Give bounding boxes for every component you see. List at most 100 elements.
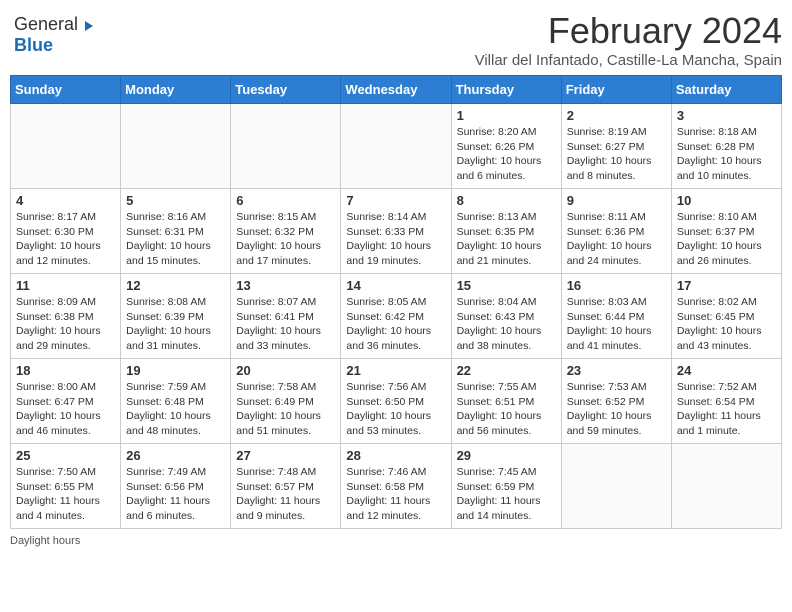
calendar-cell: 24Sunrise: 7:52 AMSunset: 6:54 PMDayligh…: [671, 359, 781, 444]
day-info: Sunrise: 8:03 AMSunset: 6:44 PMDaylight:…: [567, 295, 666, 354]
day-number: 6: [236, 193, 335, 208]
column-header-monday: Monday: [121, 76, 231, 104]
logo: General Blue: [10, 10, 97, 60]
day-info: Sunrise: 8:13 AMSunset: 6:35 PMDaylight:…: [457, 210, 556, 269]
day-info: Sunrise: 8:02 AMSunset: 6:45 PMDaylight:…: [677, 295, 776, 354]
calendar-week-5: 25Sunrise: 7:50 AMSunset: 6:55 PMDayligh…: [11, 444, 782, 529]
calendar-cell: 28 Sunrise: 7:46 AMSunset: 6:58 PMDayligh…: [341, 444, 451, 529]
day-info: Sunrise: 8:16 AMSunset: 6:31 PMDaylight:…: [126, 210, 225, 269]
day-number: 9: [567, 193, 666, 208]
calendar-cell: 17Sunrise: 8:02 AMSunset: 6:45 PMDayligh…: [671, 274, 781, 359]
day-info: Sunrise: 7:50 AMSunset: 6:55 PMDaylight:…: [16, 465, 115, 524]
day-number: 21: [346, 363, 445, 378]
calendar-cell: 27Sunrise: 7:48 AMSunset: 6:57 PMDayligh…: [231, 444, 341, 529]
calendar-week-1: 1 Sunrise: 8:20 AMSunset: 6:26 PMDaylight…: [11, 104, 782, 189]
daylight-label: Daylight hours: [10, 535, 80, 547]
day-info: Sunrise: 7:48 AMSunset: 6:57 PMDaylight:…: [236, 465, 335, 524]
calendar-cell: 20 Sunrise: 7:58 AMSunset: 6:49 PMDayligh…: [231, 359, 341, 444]
day-number: 24: [677, 363, 776, 378]
calendar-cell: 13 Sunrise: 8:07 AMSunset: 6:41 PMDayligh…: [231, 274, 341, 359]
column-header-saturday: Saturday: [671, 76, 781, 104]
day-number: 22: [457, 363, 556, 378]
calendar-cell: 3 Sunrise: 8:18 AMSunset: 6:28 PMDaylight…: [671, 104, 781, 189]
calendar-cell: 26Sunrise: 7:49 AMSunset: 6:56 PMDayligh…: [121, 444, 231, 529]
calendar-cell: [121, 104, 231, 189]
calendar-cell: [341, 104, 451, 189]
page-subtitle: Villar del Infantado, Castille-La Mancha…: [97, 52, 783, 69]
day-number: 8: [457, 193, 556, 208]
day-number: 14: [346, 278, 445, 293]
day-number: 18: [16, 363, 115, 378]
day-number: 28: [346, 448, 445, 463]
day-number: 23: [567, 363, 666, 378]
day-info: Sunrise: 8:07 AMSunset: 6:41 PMDaylight:…: [236, 295, 335, 354]
calendar-cell: 25Sunrise: 7:50 AMSunset: 6:55 PMDayligh…: [11, 444, 121, 529]
day-info: Sunrise: 8:10 AMSunset: 6:37 PMDaylight:…: [677, 210, 776, 269]
day-info: Sunrise: 8:05 AMSunset: 6:42 PMDaylight:…: [346, 295, 445, 354]
calendar-cell: [671, 444, 781, 529]
day-info: Sunrise: 7:45 AMSunset: 6:59 PMDaylight:…: [457, 465, 556, 524]
column-header-sunday: Sunday: [11, 76, 121, 104]
logo-arrow-icon: [85, 21, 93, 31]
calendar-cell: [231, 104, 341, 189]
logo-top: General: [14, 14, 93, 35]
calendar-header-row: SundayMondayTuesdayWednesdayThursdayFrid…: [11, 76, 782, 104]
calendar-cell: 8 Sunrise: 8:13 AMSunset: 6:35 PMDaylight…: [451, 189, 561, 274]
calendar-cell: 14 Sunrise: 8:05 AMSunset: 6:42 PMDayligh…: [341, 274, 451, 359]
calendar-table: SundayMondayTuesdayWednesdayThursdayFrid…: [10, 75, 782, 529]
calendar-cell: [561, 444, 671, 529]
day-number: 11: [16, 278, 115, 293]
column-header-thursday: Thursday: [451, 76, 561, 104]
day-info: Sunrise: 8:20 AMSunset: 6:26 PMDaylight:…: [457, 125, 556, 184]
day-info: Sunrise: 8:04 AMSunset: 6:43 PMDaylight:…: [457, 295, 556, 354]
day-info: Sunrise: 8:15 AMSunset: 6:32 PMDaylight:…: [236, 210, 335, 269]
day-info: Sunrise: 7:53 AMSunset: 6:52 PMDaylight:…: [567, 380, 666, 439]
day-number: 19: [126, 363, 225, 378]
day-number: 10: [677, 193, 776, 208]
header: General Blue February 2024 Villar del In…: [10, 10, 782, 69]
calendar-cell: 18 Sunrise: 8:00 AMSunset: 6:47 PMDayligh…: [11, 359, 121, 444]
calendar-week-3: 11 Sunrise: 8:09 AMSunset: 6:38 PMDayligh…: [11, 274, 782, 359]
day-info: Sunrise: 8:09 AMSunset: 6:38 PMDaylight:…: [16, 295, 115, 354]
calendar-cell: 7 Sunrise: 8:14 AMSunset: 6:33 PMDaylight…: [341, 189, 451, 274]
column-header-wednesday: Wednesday: [341, 76, 451, 104]
calendar-cell: 16Sunrise: 8:03 AMSunset: 6:44 PMDayligh…: [561, 274, 671, 359]
day-info: Sunrise: 7:46 AMSunset: 6:58 PMDaylight:…: [346, 465, 445, 524]
logo-general-text: General: [14, 14, 78, 34]
calendar-cell: [11, 104, 121, 189]
day-number: 7: [346, 193, 445, 208]
calendar-cell: 5Sunrise: 8:16 AMSunset: 6:31 PMDaylight…: [121, 189, 231, 274]
calendar-cell: 6 Sunrise: 8:15 AMSunset: 6:32 PMDaylight…: [231, 189, 341, 274]
day-info: Sunrise: 8:00 AMSunset: 6:47 PMDaylight:…: [16, 380, 115, 439]
day-number: 15: [457, 278, 556, 293]
calendar-cell: 1 Sunrise: 8:20 AMSunset: 6:26 PMDaylight…: [451, 104, 561, 189]
day-info: Sunrise: 8:08 AMSunset: 6:39 PMDaylight:…: [126, 295, 225, 354]
calendar-cell: 2Sunrise: 8:19 AMSunset: 6:27 PMDaylight…: [561, 104, 671, 189]
day-info: Sunrise: 8:18 AMSunset: 6:28 PMDaylight:…: [677, 125, 776, 184]
day-number: 1: [457, 108, 556, 123]
calendar-cell: 10 Sunrise: 8:10 AMSunset: 6:37 PMDayligh…: [671, 189, 781, 274]
day-number: 2: [567, 108, 666, 123]
title-area: February 2024 Villar del Infantado, Cast…: [97, 10, 783, 69]
calendar-cell: 15 Sunrise: 8:04 AMSunset: 6:43 PMDayligh…: [451, 274, 561, 359]
calendar-cell: 11 Sunrise: 8:09 AMSunset: 6:38 PMDayligh…: [11, 274, 121, 359]
day-info: Sunrise: 7:58 AMSunset: 6:49 PMDaylight:…: [236, 380, 335, 439]
column-header-tuesday: Tuesday: [231, 76, 341, 104]
page-title: February 2024: [97, 10, 783, 52]
day-number: 13: [236, 278, 335, 293]
day-number: 29: [457, 448, 556, 463]
calendar-cell: 22 Sunrise: 7:55 AMSunset: 6:51 PMDayligh…: [451, 359, 561, 444]
day-info: Sunrise: 8:17 AMSunset: 6:30 PMDaylight:…: [16, 210, 115, 269]
footer-note: Daylight hours: [10, 535, 782, 547]
day-number: 12: [126, 278, 225, 293]
calendar-cell: 21Sunrise: 7:56 AMSunset: 6:50 PMDayligh…: [341, 359, 451, 444]
day-info: Sunrise: 7:55 AMSunset: 6:51 PMDaylight:…: [457, 380, 556, 439]
calendar-cell: 9Sunrise: 8:11 AMSunset: 6:36 PMDaylight…: [561, 189, 671, 274]
calendar-cell: 12 Sunrise: 8:08 AMSunset: 6:39 PMDayligh…: [121, 274, 231, 359]
day-number: 3: [677, 108, 776, 123]
day-number: 4: [16, 193, 115, 208]
day-info: Sunrise: 8:14 AMSunset: 6:33 PMDaylight:…: [346, 210, 445, 269]
calendar-cell: 19Sunrise: 7:59 AMSunset: 6:48 PMDayligh…: [121, 359, 231, 444]
calendar-cell: 4 Sunrise: 8:17 AMSunset: 6:30 PMDaylight…: [11, 189, 121, 274]
day-number: 20: [236, 363, 335, 378]
